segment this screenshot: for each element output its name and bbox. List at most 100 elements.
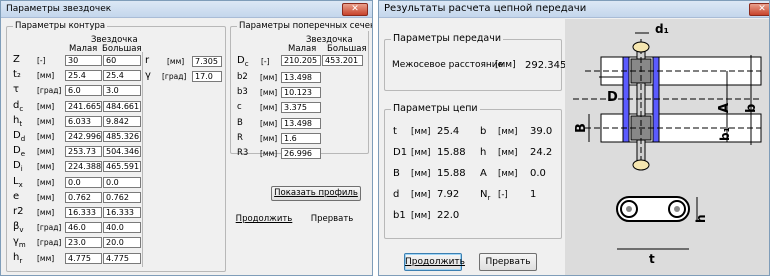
contour-large-field[interactable]: 0.762 bbox=[103, 191, 141, 203]
contour-small-field[interactable]: 25.4 bbox=[65, 70, 102, 82]
sprocket-params-window: Параметры звездочек ✕ Параметры контура … bbox=[0, 0, 373, 276]
cross-row-symbol: R3 bbox=[237, 148, 249, 158]
chain-params-group: Параметры цепи t [мм] 25.4 D1 [мм] 15.88 B [мм]… bbox=[384, 103, 562, 239]
abort-button[interactable]: Прервать bbox=[303, 213, 361, 228]
contour-row-symbol: r2 bbox=[13, 206, 24, 217]
contour-large-field[interactable]: 4.775 bbox=[103, 252, 141, 264]
contour-small-field[interactable]: 6.0 bbox=[65, 85, 102, 97]
r-field[interactable]: 7.305 bbox=[192, 56, 222, 67]
cross-row-field[interactable]: 10.123 bbox=[281, 87, 321, 99]
cross-row-field[interactable]: 26.996 bbox=[281, 148, 321, 159]
contour-row-symbol: γm bbox=[13, 236, 26, 250]
r-unit: [мм] bbox=[167, 57, 185, 66]
contour-large-field[interactable]: 9.842 bbox=[103, 115, 141, 127]
cross-section-group: Параметры поперечных сечений Звездочка М… bbox=[230, 21, 372, 159]
contour-large-field[interactable]: 504.346 bbox=[103, 146, 141, 158]
contour-small-field[interactable]: 4.775 bbox=[65, 252, 102, 264]
results-title-bar: Результаты расчета цепной передачи ✕ bbox=[379, 1, 769, 18]
cross-row-unit: [мм] bbox=[260, 118, 278, 128]
close-button[interactable]: ✕ bbox=[342, 3, 368, 16]
show-profile-label: Показать профиль bbox=[274, 188, 358, 198]
contour-small-field[interactable]: 253.73 bbox=[65, 146, 102, 158]
contour-row-symbol: Dd bbox=[13, 130, 26, 143]
chain-right-value: 39.0 bbox=[530, 126, 553, 137]
contour-row-unit: [мм] bbox=[37, 101, 55, 111]
chain-right-symbol: Nr bbox=[480, 189, 491, 202]
chain-right-symbol: A bbox=[480, 168, 487, 179]
contour-large-field[interactable]: 40.0 bbox=[103, 222, 141, 234]
results-continue-label: Продолжить bbox=[405, 257, 465, 267]
chain-right-unit: [мм] bbox=[498, 127, 518, 137]
diagram-t-label: t bbox=[649, 252, 655, 266]
contour-large-field[interactable]: 0.0 bbox=[103, 176, 141, 188]
contour-small-field[interactable]: 242.996 bbox=[65, 131, 102, 142]
contour-small-field[interactable]: 0.0 bbox=[65, 176, 102, 188]
contour-large-field[interactable]: 465.591 bbox=[103, 161, 141, 173]
chain-left-unit: [мм] bbox=[411, 148, 431, 158]
continue-button[interactable]: Продолжить bbox=[234, 213, 294, 228]
contour-small-field[interactable]: 30 bbox=[65, 55, 102, 66]
contour-large-field[interactable]: 25.4 bbox=[103, 70, 141, 82]
contour-large-field[interactable]: 484.661 bbox=[103, 100, 141, 112]
contour-large-field[interactable]: 16.333 bbox=[103, 207, 141, 218]
center-distance-label: Межосевое расстояние bbox=[392, 60, 504, 70]
window-title: Параметры звездочек bbox=[6, 4, 112, 14]
contour-row-symbol: Z bbox=[13, 54, 20, 65]
contour-large-field[interactable]: 3.0 bbox=[103, 85, 141, 97]
col-large-header: Большая bbox=[102, 44, 142, 54]
col-small-header: Малая bbox=[69, 44, 98, 54]
transmission-group-title: Параметры передачи bbox=[391, 33, 504, 44]
cross-row-field[interactable]: 13.498 bbox=[281, 72, 321, 83]
center-distance-value: 292.345 bbox=[525, 60, 567, 71]
contour-small-field[interactable]: 6.033 bbox=[65, 115, 102, 127]
chain-left-symbol: t bbox=[393, 126, 397, 137]
contour-large-field[interactable]: 20.0 bbox=[103, 237, 141, 249]
chain-left-unit: [мм] bbox=[411, 127, 431, 137]
abort-label: Прервать bbox=[310, 214, 354, 224]
contour-row-unit: [мм] bbox=[37, 132, 55, 141]
contour-params-group: Параметры контура Звездочка Малая Больша… bbox=[6, 21, 226, 272]
cross-row-field[interactable]: 13.498 bbox=[281, 117, 321, 129]
chain-left-symbol: B bbox=[393, 168, 400, 179]
chain-right-unit: [-] bbox=[498, 190, 508, 200]
dc-small-field[interactable]: 210.205 bbox=[281, 55, 321, 66]
contour-small-field[interactable]: 16.333 bbox=[65, 207, 102, 218]
contour-small-field[interactable]: 46.0 bbox=[65, 222, 102, 234]
contour-large-field[interactable]: 60 bbox=[103, 55, 141, 66]
results-continue-button[interactable]: Продолжить bbox=[404, 253, 465, 271]
contour-row-symbol: Di bbox=[13, 160, 23, 174]
gamma-unit: [град] bbox=[162, 72, 187, 81]
r-symbol: r bbox=[145, 55, 150, 66]
contour-row-symbol: ht bbox=[13, 114, 23, 128]
results-abort-button[interactable]: Прервать bbox=[479, 253, 537, 271]
gamma-field[interactable]: 17.0 bbox=[192, 71, 222, 82]
diagram-d1-label: d₁ bbox=[655, 22, 669, 36]
contour-row-unit: [град] bbox=[37, 86, 62, 96]
contour-small-field[interactable]: 23.0 bbox=[65, 237, 102, 249]
cross-row-unit: [мм] bbox=[260, 73, 278, 82]
dc-large-field[interactable]: 453.201 bbox=[322, 55, 363, 66]
chain-right-symbol: b bbox=[480, 126, 487, 137]
cross-row-symbol: R bbox=[237, 132, 243, 143]
dc-unit: [-] bbox=[261, 57, 270, 66]
contour-row-symbol: Lx bbox=[13, 175, 23, 189]
dc-symbol: Dc bbox=[237, 55, 249, 68]
chain-top-view bbox=[573, 32, 762, 171]
contour-group-title: Параметры контура bbox=[13, 21, 108, 31]
transmission-group: Параметры передачи Межосевое расстояние … bbox=[384, 33, 566, 91]
contour-small-field[interactable]: 0.762 bbox=[65, 191, 102, 203]
contour-row-unit: [мм] bbox=[37, 147, 55, 157]
chain-right-value: 24.2 bbox=[530, 147, 553, 158]
results-close-button[interactable]: ✕ bbox=[749, 3, 769, 16]
cross-row-field[interactable]: 1.6 bbox=[281, 132, 321, 144]
diagram-b-label: b bbox=[744, 104, 759, 113]
contour-row-unit: [мм] bbox=[37, 208, 55, 217]
cross-row-field[interactable]: 3.375 bbox=[281, 102, 321, 114]
contour-large-field[interactable]: 485.326 bbox=[103, 131, 141, 142]
show-profile-button[interactable]: Показать профиль bbox=[271, 186, 361, 201]
contour-small-field[interactable]: 241.665 bbox=[65, 100, 102, 112]
contour-small-field[interactable]: 224.388 bbox=[65, 161, 102, 173]
contour-row-unit: [мм] bbox=[37, 71, 55, 81]
cross-row-unit: [мм] bbox=[260, 88, 278, 98]
contour-row-unit: [мм] bbox=[37, 177, 55, 187]
